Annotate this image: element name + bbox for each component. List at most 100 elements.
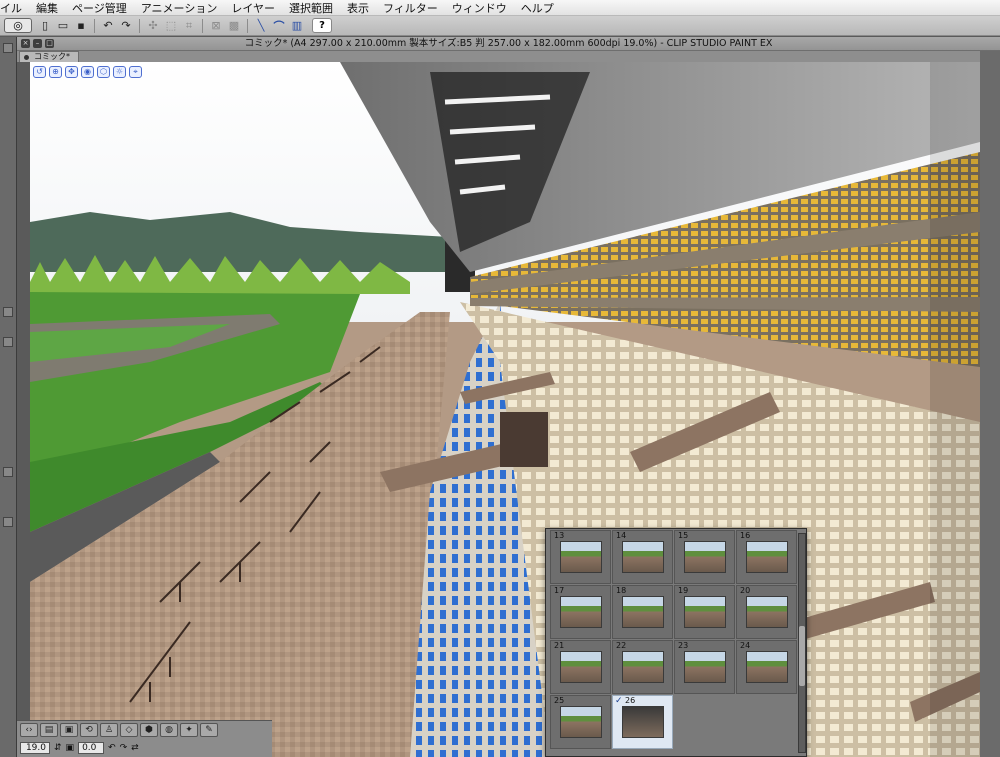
zoom-stepper-icon[interactable]: ⇵: [54, 743, 62, 753]
menu-view[interactable]: 表示: [340, 0, 376, 16]
frame-tile[interactable]: 14: [612, 530, 673, 584]
minimize-window-icon[interactable]: –: [33, 39, 42, 48]
navigator-bar: ‹› ▤ ▣ ⟲ ♙ ◇ ⬢ ◍ ✦ ✎ 19.0 ⇵ ▣ 0.0 ↶ ↷ ⇄: [17, 720, 272, 757]
ruler-snap-icon[interactable]: ╲: [253, 18, 269, 33]
frame-scrollbar[interactable]: [798, 533, 806, 753]
open-file-icon[interactable]: ▭: [55, 18, 71, 33]
fill-icon[interactable]: ▩: [226, 18, 242, 33]
frame-thumbnail: [746, 541, 788, 573]
dock-handle-icon[interactable]: [3, 467, 13, 477]
canvas-area[interactable]: [30, 62, 980, 757]
scrollbar-thumb[interactable]: [799, 626, 805, 686]
frame-tile[interactable]: 16: [736, 530, 797, 584]
figure-icon[interactable]: ♙: [100, 723, 118, 737]
clear-icon[interactable]: ⊠: [208, 18, 224, 33]
frame-tile[interactable]: 25: [550, 695, 611, 749]
grid-icon[interactable]: ⬢: [140, 723, 158, 737]
deselect-icon[interactable]: ⬚: [163, 18, 179, 33]
new-file-icon[interactable]: ▯: [37, 18, 53, 33]
frame-number: 15: [678, 531, 689, 540]
menu-animation[interactable]: アニメーション: [134, 0, 225, 16]
frame-tile[interactable]: 13: [550, 530, 611, 584]
frame-thumbnail: [622, 651, 664, 683]
frame-tile[interactable]: 19: [674, 585, 735, 639]
menu-edit[interactable]: 編集: [29, 0, 65, 16]
camera-add-icon[interactable]: ▣: [60, 723, 78, 737]
crop-icon[interactable]: ⌗: [181, 18, 197, 33]
undo-icon[interactable]: ↶: [100, 18, 116, 33]
dock-toggle-icon[interactable]: [3, 43, 13, 53]
menu-filter[interactable]: フィルター: [376, 0, 445, 16]
frame-thumbnail: [560, 541, 602, 573]
edge-shade: [930, 62, 980, 757]
delete-icon[interactable]: ▤: [40, 723, 58, 737]
window-controls: × – □: [21, 39, 54, 48]
frame-number: 13: [554, 531, 565, 540]
light-icon[interactable]: ☼: [113, 66, 126, 78]
zoom-icon[interactable]: ⊕: [49, 66, 62, 78]
frame-tile[interactable]: 24: [736, 640, 797, 694]
frame-tile-selected[interactable]: ✓ 26: [612, 695, 673, 749]
frame-number: 23: [678, 641, 689, 650]
frame-tile[interactable]: 15: [674, 530, 735, 584]
object-icon[interactable]: ⬡: [97, 66, 110, 78]
menu-layer[interactable]: レイヤー: [224, 0, 282, 16]
command-bar: ◎ ▯ ▭ ▪ ↶ ↷ ✣ ⬚ ⌗ ⊠ ▩ ╲ ⌒ ▥ ?: [0, 16, 1000, 36]
ground-icon[interactable]: ◇: [120, 723, 138, 737]
menu-help[interactable]: ヘルプ: [514, 0, 561, 16]
document-tab[interactable]: コミック*: [19, 51, 79, 62]
help-icon[interactable]: ?: [312, 18, 332, 33]
object-launcher: ↺ ⊕ ✥ ◉ ⬡ ☼ ⌖: [33, 66, 142, 78]
reset-view-icon[interactable]: ⟲: [80, 723, 98, 737]
menu-selection[interactable]: 選択範囲: [282, 0, 340, 16]
redo-icon[interactable]: ↷: [118, 18, 134, 33]
frame-thumbnail: [684, 651, 726, 683]
brush-icon[interactable]: ✎: [200, 723, 218, 737]
frame-grid: 13 14 15 16 17 18 19 20 21 22 23 24 25 ✓…: [550, 530, 797, 749]
menu-page-management[interactable]: ページ管理: [65, 0, 134, 16]
menu-file[interactable]: イル: [0, 0, 29, 16]
frame-thumbnail: [622, 596, 664, 628]
menu-window[interactable]: ウィンドウ: [445, 0, 514, 16]
transform-icon[interactable]: ✣: [145, 18, 161, 33]
frame-thumbnail: [684, 541, 726, 573]
frame-thumbnail: [746, 596, 788, 628]
frame-tile[interactable]: 20: [736, 585, 797, 639]
close-window-icon[interactable]: ×: [21, 39, 30, 48]
rotate-left-icon[interactable]: ↶: [108, 743, 116, 753]
dock-handle-icon[interactable]: [3, 337, 13, 347]
dock-handle-icon[interactable]: [3, 307, 13, 317]
perspective-icon[interactable]: ⌖: [129, 66, 142, 78]
render-icon[interactable]: ◍: [160, 723, 178, 737]
camera-icon[interactable]: ◉: [81, 66, 94, 78]
light-source-icon[interactable]: ✦: [180, 723, 198, 737]
rotation-angle-field[interactable]: 0.0: [78, 742, 105, 754]
frame-tile[interactable]: 18: [612, 585, 673, 639]
zoom-level-field[interactable]: 19.0: [20, 742, 50, 754]
navigator-arrows-icon[interactable]: ‹›: [20, 723, 38, 737]
grid-snap-icon[interactable]: ▥: [289, 18, 305, 33]
camera-angle-picker: 13 14 15 16 17 18 19 20 21 22 23 24 25 ✓…: [545, 528, 807, 757]
clip-studio-logo-icon[interactable]: ◎: [4, 18, 32, 33]
toolbar-separator: [139, 18, 140, 33]
canvas-3d-render: [30, 62, 980, 757]
frame-tile[interactable]: 22: [612, 640, 673, 694]
special-ruler-icon[interactable]: ⌒: [271, 18, 287, 33]
maximize-window-icon[interactable]: □: [45, 39, 54, 48]
frame-tile[interactable]: 23: [674, 640, 735, 694]
fit-icon[interactable]: ▣: [66, 743, 75, 753]
dock-handle-icon[interactable]: [3, 517, 13, 527]
frame-number: 21: [554, 641, 565, 650]
rotate-view-icon[interactable]: ↺: [33, 66, 46, 78]
frame-tile[interactable]: 21: [550, 640, 611, 694]
frame-thumbnail: [560, 706, 602, 738]
frame-number: 20: [740, 586, 751, 595]
rotate-right-icon[interactable]: ↷: [120, 743, 128, 753]
frame-tile[interactable]: 17: [550, 585, 611, 639]
frame-thumbnail: [684, 596, 726, 628]
save-icon[interactable]: ▪: [73, 18, 89, 33]
frame-number: 22: [616, 641, 627, 650]
flip-icon[interactable]: ⇄: [131, 743, 139, 753]
frame-number: 16: [740, 531, 751, 540]
pan-icon[interactable]: ✥: [65, 66, 78, 78]
